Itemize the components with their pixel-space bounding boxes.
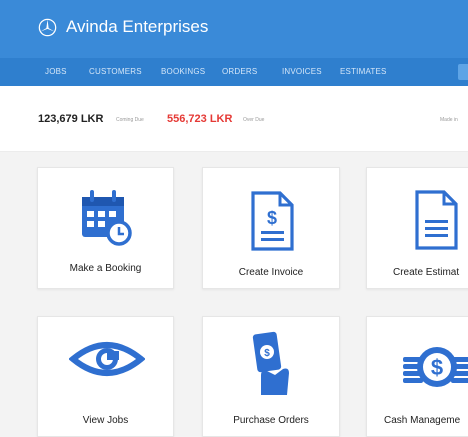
tile-label: View Jobs bbox=[82, 415, 129, 426]
tile-create-invoice[interactable]: $ Create Invoice bbox=[202, 167, 340, 289]
tile-create-estimate[interactable]: Create Estimat bbox=[366, 167, 468, 289]
nav-action-button[interactable] bbox=[458, 64, 468, 80]
tile-label: Create Invoice bbox=[238, 267, 304, 278]
coming-due-label: Coming Due bbox=[116, 117, 144, 123]
svg-text:$: $ bbox=[267, 208, 277, 228]
svg-text:$: $ bbox=[431, 355, 443, 380]
tile-label: Cash Manageme bbox=[384, 415, 461, 426]
coins-icon: $ bbox=[403, 347, 468, 387]
hand-money-icon: $ bbox=[252, 331, 289, 395]
stats-bar: 123,679 LKR Coming Due 556,723 LKR Over … bbox=[0, 86, 468, 152]
estimate-icon bbox=[415, 190, 458, 250]
app-title: Avinda Enterprises bbox=[66, 17, 209, 36]
calendar-clock-icon bbox=[82, 190, 132, 246]
nav-item-orders[interactable]: ORDERS bbox=[222, 67, 257, 76]
made-in-text: Made in bbox=[440, 117, 458, 123]
svg-text:$: $ bbox=[264, 348, 270, 359]
coming-due-amount: 123,679 LKR bbox=[38, 113, 104, 125]
nav-item-jobs[interactable]: JOBS bbox=[45, 67, 67, 76]
nav-item-bookings[interactable]: BOOKINGS bbox=[161, 67, 205, 76]
tile-make-booking[interactable]: Make a Booking bbox=[37, 167, 174, 289]
tile-label: Purchase Orders bbox=[233, 415, 309, 426]
over-due-label: Over Due bbox=[243, 117, 265, 123]
nav-item-customers[interactable]: CUSTOMERS bbox=[89, 67, 142, 76]
over-due-amount: 556,723 LKR bbox=[167, 113, 233, 125]
main-nav: JOBS CUSTOMERS BOOKINGS ORDERS INVOICES … bbox=[0, 58, 468, 86]
tile-purchase-orders[interactable]: $ Purchase Orders bbox=[202, 316, 340, 437]
mercedes-logo-icon bbox=[38, 18, 57, 36]
tile-label: Make a Booking bbox=[69, 263, 142, 274]
eye-icon bbox=[69, 342, 145, 376]
invoice-icon: $ bbox=[251, 191, 294, 251]
tile-view-jobs[interactable]: View Jobs bbox=[37, 316, 174, 437]
tile-label: Create Estimat bbox=[393, 267, 460, 278]
app-header: Avinda Enterprises bbox=[0, 0, 468, 58]
nav-item-estimates[interactable]: ESTIMATES bbox=[340, 67, 387, 76]
nav-item-invoices[interactable]: INVOICES bbox=[282, 67, 322, 76]
tile-cash-management[interactable]: $ Cash Manageme bbox=[366, 316, 468, 437]
brand[interactable]: Avinda Enterprises bbox=[38, 17, 208, 37]
